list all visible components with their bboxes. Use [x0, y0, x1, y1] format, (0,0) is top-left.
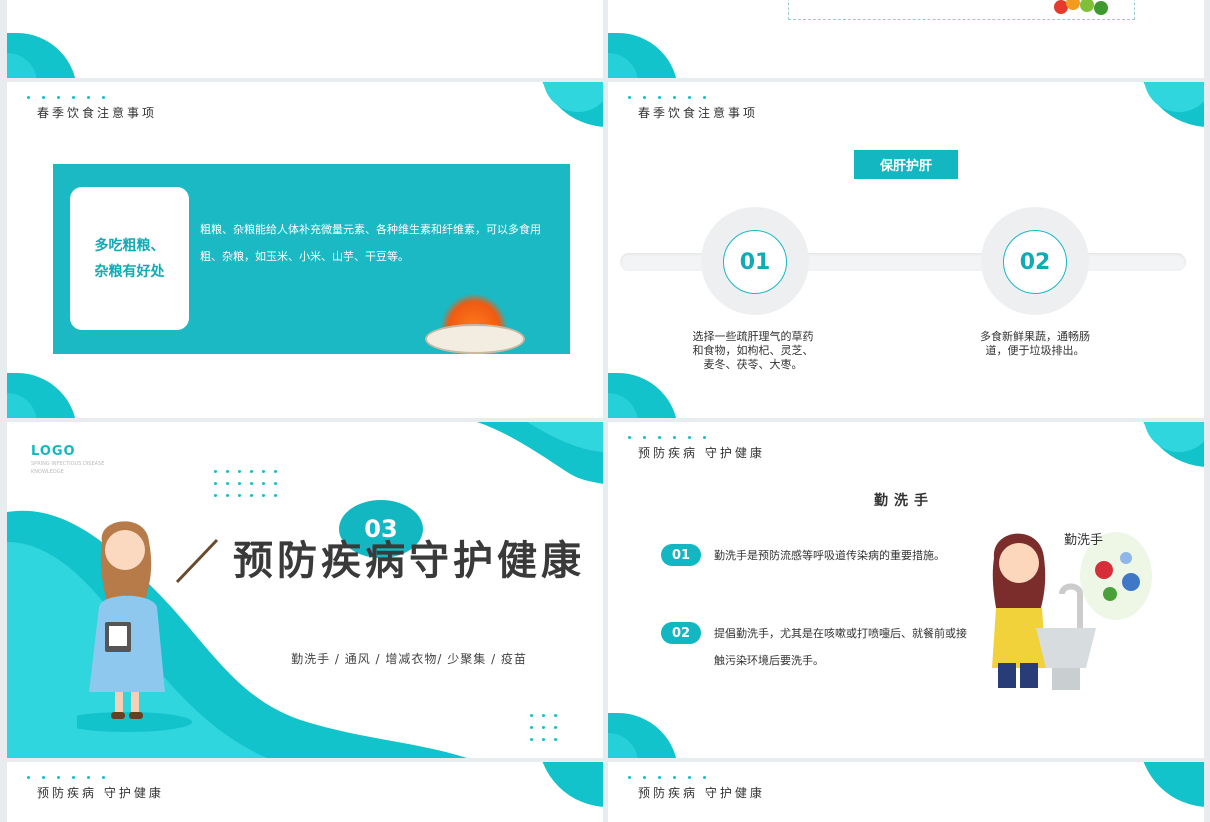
section-subtitle: 勤洗手 / 通风 / 增减衣物/ 少聚集 / 疫苗: [291, 652, 527, 666]
logo-subtext: SPRING INFECTIOUS DISEASE KNOWLEDGE: [31, 461, 105, 475]
decor-wave: [1139, 762, 1204, 807]
doctor-illustration: [77, 521, 219, 732]
slide-thumbnail-1[interactable]: [7, 0, 603, 78]
slide-header: 预防疾病 守护健康: [37, 786, 164, 800]
logo-text: LOGO: [31, 444, 76, 459]
item-text: 勤洗手是预防流感等呼吸道传染病的重要措施。: [714, 549, 945, 562]
decor-dots: [27, 776, 105, 779]
decor-wave: [1144, 82, 1204, 112]
description-text: 粗粮、杂粮能给人体补充微量元素、各种维生素和纤维素，可以多食用粗、杂粮，如玉米、…: [200, 223, 541, 263]
plate-image: [425, 324, 525, 354]
decor-dots: [628, 436, 706, 439]
slide-thumbnail-2[interactable]: [608, 0, 1204, 78]
slide-header: 预防疾病 守护健康: [638, 446, 765, 460]
decor-dots: [214, 470, 277, 497]
point-number: 01: [723, 230, 787, 294]
slide-thumbnail-8[interactable]: 预防疾病 守护健康: [608, 762, 1204, 822]
item-number: 02: [661, 622, 701, 644]
handwashing-illustration: 勤洗手: [992, 532, 1152, 690]
illustration-label: 勤洗手: [1064, 533, 1103, 548]
slide-thumbnail-6[interactable]: 预防疾病 守护健康 勤洗手 01 勤洗手是预防流感等呼吸道传染病的重要措施。 0…: [608, 422, 1204, 758]
topic-badge: 保肝护肝: [854, 150, 958, 179]
section-title: 预防疾病守护健康: [233, 538, 585, 584]
point-text: 多食新鲜果蔬，通畅肠道，便于垃圾排出。: [980, 330, 1090, 357]
decor-dots: [628, 96, 706, 99]
card-title-line: 杂粮有好处: [94, 263, 165, 280]
item-number: 01: [661, 544, 701, 566]
decor-wave: [543, 82, 603, 112]
title-card: 多吃粗粮、 杂粮有好处: [70, 187, 189, 330]
decor-wave: [1144, 422, 1204, 452]
slide-header: 春季饮食注意事项: [37, 106, 158, 120]
decor-dots: [530, 714, 557, 741]
decor-wave: [538, 762, 603, 807]
content-panel: 多吃粗粮、 杂粮有好处 粗粮、杂粮能给人体补充微量元素、各种维生素和纤维素，可以…: [53, 164, 570, 354]
point-number: 02: [1003, 230, 1067, 294]
slide-thumbnail-7[interactable]: 预防疾病 守护健康: [7, 762, 603, 822]
slide-subtitle: 勤洗手: [874, 493, 934, 509]
slide-thumbnail-4[interactable]: 春季饮食注意事项 保肝护肝 01 02 选择一些疏肝理气的草药和食物，如枸杞、灵…: [608, 82, 1204, 418]
decor-dots: [628, 776, 706, 779]
slide-thumbnail-3[interactable]: 春季饮食注意事项 多吃粗粮、 杂粮有好处 粗粮、杂粮能给人体补充微量元素、各种维…: [7, 82, 603, 418]
slide-header: 春季饮食注意事项: [638, 106, 759, 120]
decor-dots: [27, 96, 105, 99]
vegetables-image: [1054, 0, 1124, 16]
slide-header: 预防疾病 守护健康: [638, 786, 765, 800]
point-text: 选择一些疏肝理气的草药和食物，如枸杞、灵芝、麦冬、茯苓、大枣。: [692, 330, 814, 371]
item-text: 提倡勤洗手，尤其是在咳嗽或打喷嚏后、就餐前或接触污染环境后要洗手。: [714, 627, 967, 667]
slide-thumbnail-5[interactable]: LOGO SPRING INFECTIOUS DISEASE KNOWLEDGE…: [7, 422, 603, 758]
card-title-line: 多吃粗粮、: [94, 237, 165, 254]
